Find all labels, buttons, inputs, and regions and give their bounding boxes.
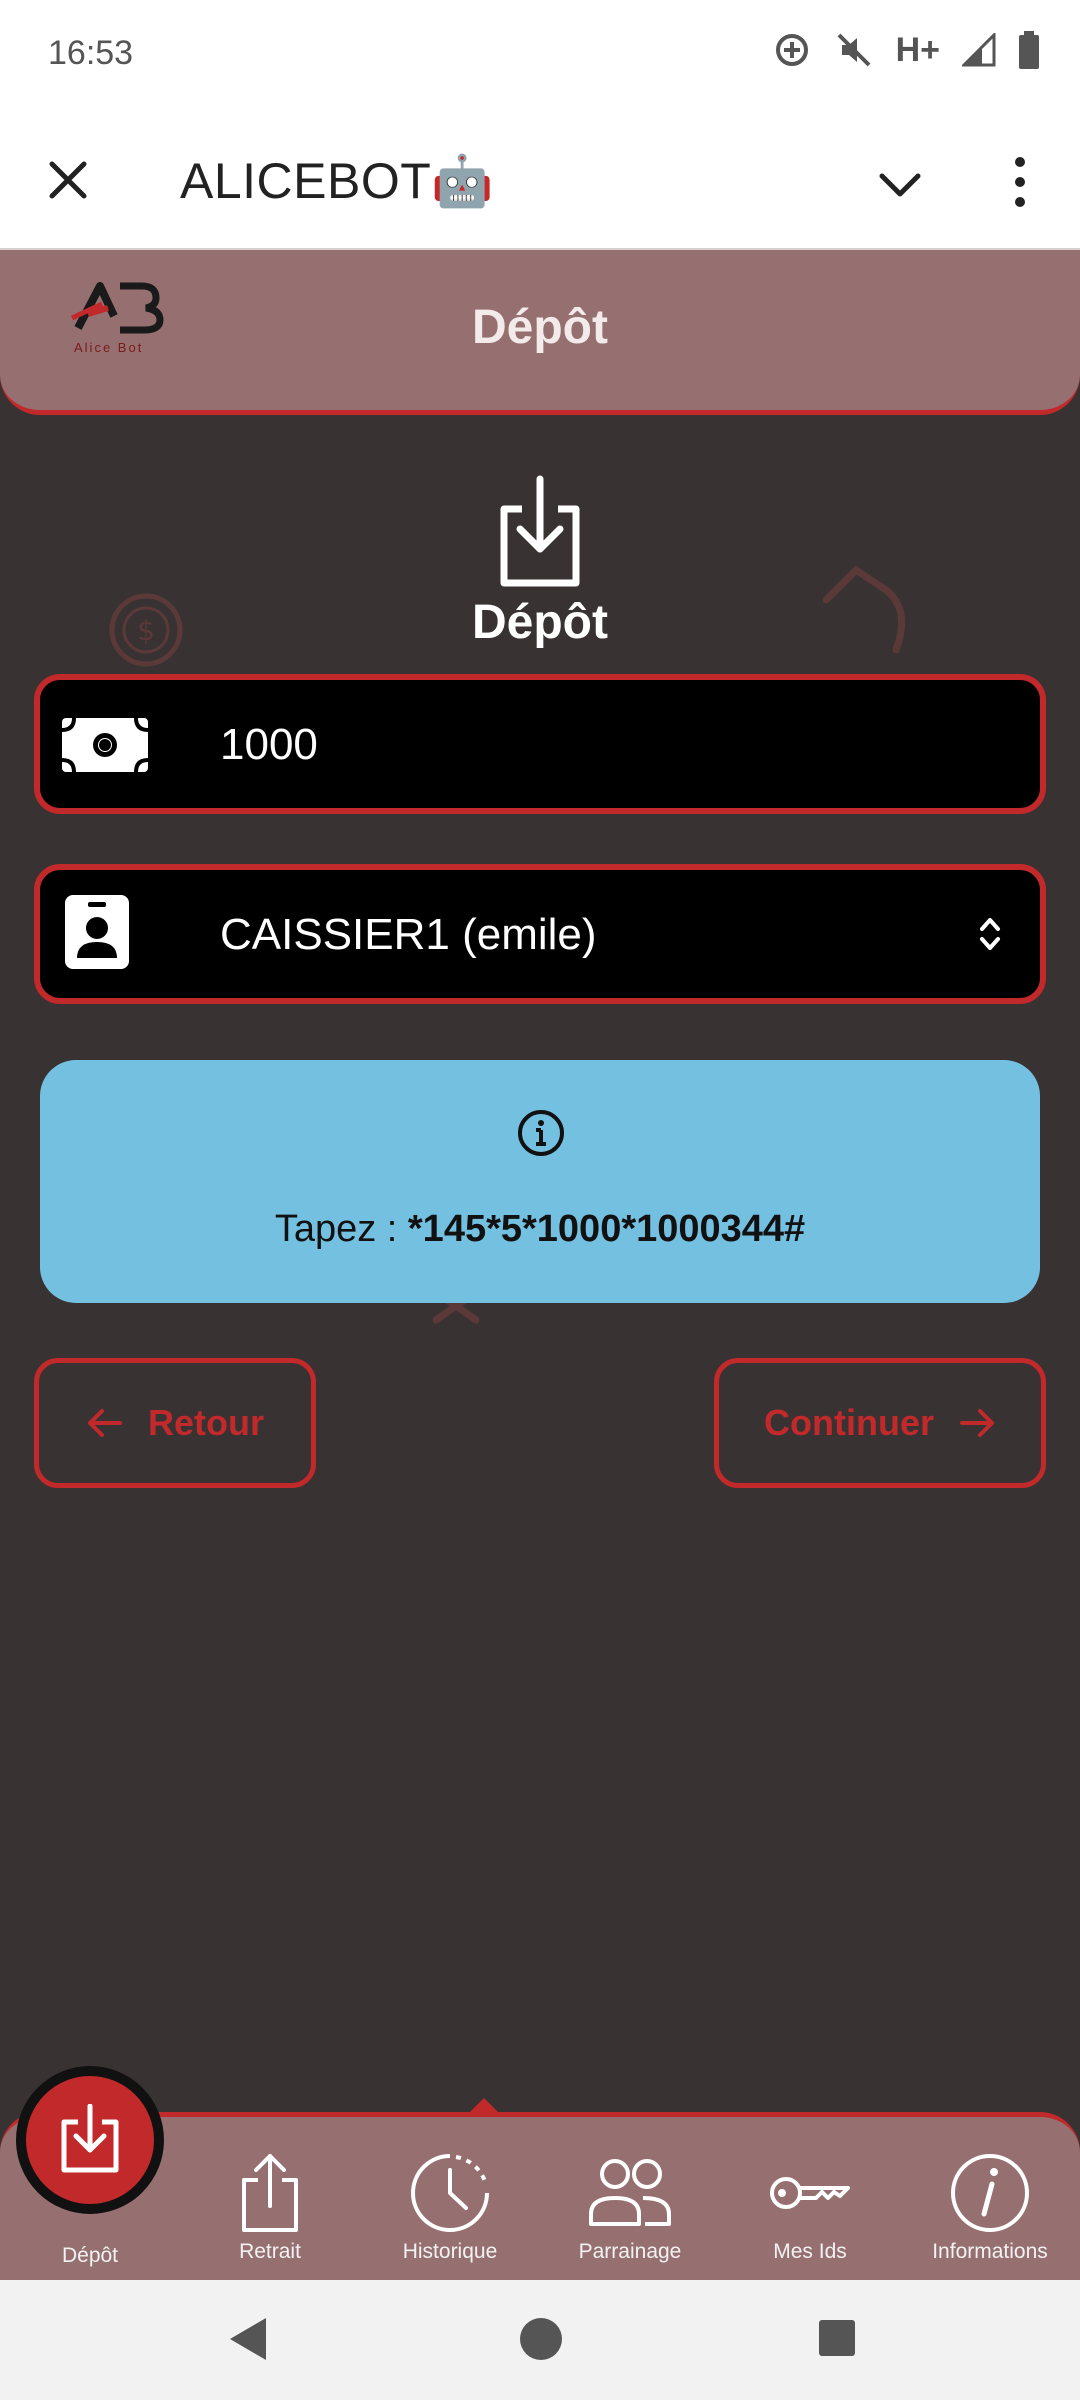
ussd-code: *145*5*1000*1000344#: [407, 1208, 806, 1250]
nav-item-historique[interactable]: Historique: [360, 2152, 540, 2264]
more-options-button[interactable]: [1000, 152, 1040, 212]
ussd-info-box: Tapez : *145*5*1000*1000344#: [40, 1060, 1040, 1303]
app-title: ALICEBOT🤖: [180, 153, 495, 209]
upload-icon: [242, 2154, 298, 2232]
status-bar: 16:53 H+: [0, 0, 1080, 110]
section-title: Dépôt: [472, 596, 608, 649]
mute-icon: [834, 30, 874, 70]
system-navigation-bar: [0, 2280, 1080, 2400]
back-triangle-icon[interactable]: [224, 2314, 270, 2364]
status-time: 16:53: [48, 34, 134, 72]
ussd-instruction: Tapez : *145*5*1000*1000344#: [40, 1208, 1040, 1251]
nav-item-mes-ids[interactable]: Mes Ids: [720, 2152, 900, 2264]
continue-button-label: Continuer: [764, 1402, 934, 1443]
nav-item-retrait[interactable]: Retrait: [180, 2152, 360, 2264]
page-header: Alice Bot Dépôt: [0, 250, 1080, 415]
cash-icon: [61, 717, 149, 773]
amount-value: 1000: [220, 720, 318, 769]
nav-item-mes-ids-label: Mes Ids: [773, 2240, 847, 2263]
nav-item-parrainage[interactable]: Parrainage: [540, 2152, 720, 2264]
clock-icon: [411, 2154, 489, 2232]
arrow-left-icon: [88, 1409, 122, 1437]
nav-item-historique-label: Historique: [402, 2240, 498, 2263]
continue-button[interactable]: Continuer: [714, 1358, 1046, 1488]
arrow-right-icon: [959, 1409, 994, 1437]
select-arrows-icon: [980, 918, 1000, 950]
key-icon: [770, 2177, 850, 2209]
nav-item-depot[interactable]: [16, 2066, 164, 2214]
info-icon: [518, 1110, 564, 1156]
close-button[interactable]: [40, 152, 96, 208]
nav-item-depot-label: Dépôt: [61, 2244, 119, 2267]
home-circle-icon[interactable]: [518, 2314, 564, 2364]
more-vert-icon: [1015, 157, 1025, 207]
download-icon: [61, 2104, 119, 2173]
ussd-prefix: Tapez :: [274, 1208, 408, 1250]
back-button-label: Retour: [148, 1402, 264, 1443]
nav-item-informations[interactable]: Informations: [900, 2152, 1080, 2264]
collapse-button[interactable]: [872, 158, 928, 214]
close-icon: [49, 161, 87, 199]
nav-item-retrait-label: Retrait: [239, 2240, 301, 2263]
nav-item-informations-label: Informations: [932, 2240, 1048, 2263]
app-bar: ALICEBOT🤖: [0, 110, 1080, 250]
network-type: H+: [895, 30, 940, 69]
back-button[interactable]: Retour: [34, 1358, 316, 1488]
people-icon: [589, 2159, 671, 2226]
cashier-select[interactable]: CAISSIER1 (emile): [34, 864, 1046, 1004]
signal-icon: [962, 33, 996, 67]
battery-icon: [1018, 31, 1040, 69]
download-icon: [500, 475, 580, 587]
info-icon: [951, 2154, 1029, 2232]
cashier-value: CAISSIER1 (emile): [220, 910, 597, 959]
data-saver-icon: [772, 30, 812, 70]
status-icons: H+: [772, 30, 1040, 70]
page-title: Dépôt: [472, 301, 608, 354]
amount-field[interactable]: 1000: [34, 674, 1046, 814]
badge-icon: [65, 895, 129, 969]
chevron-down-icon: [879, 173, 921, 197]
recents-square-icon[interactable]: [816, 2314, 858, 2364]
nav-item-parrainage-label: Parrainage: [578, 2240, 682, 2263]
